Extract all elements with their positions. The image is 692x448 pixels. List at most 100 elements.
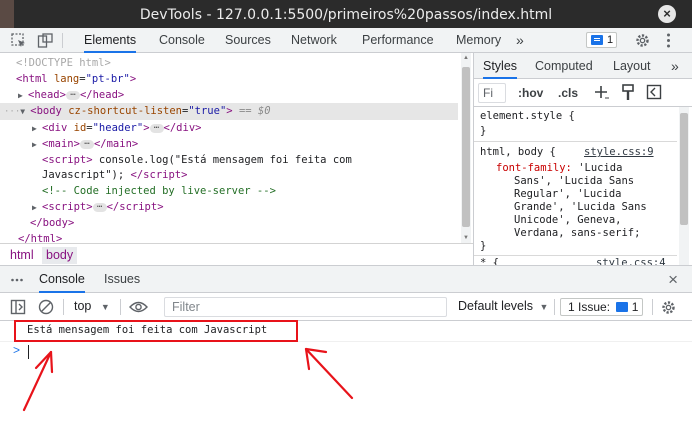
- dom-body-node[interactable]: ···▼ <body cz-shortcut-listen="true"> == …: [4, 103, 271, 119]
- head-close-tag: head: [92, 89, 118, 101]
- levels-dropdown-icon: ▼: [539, 302, 549, 312]
- breadcrumb-body[interactable]: body: [42, 247, 78, 264]
- collapsed-ellipsis-icon[interactable]: …: [79, 137, 94, 149]
- issue-flag-icon: [591, 35, 603, 45]
- elements-scrollbar[interactable]: ▲ ▼: [461, 53, 471, 243]
- dom-div-node[interactable]: ▶ <div id="header">… </div>: [32, 120, 201, 136]
- script2-tag: script: [48, 201, 87, 213]
- tab-performance[interactable]: Performance: [362, 28, 434, 53]
- dom-body-close[interactable]: </body>: [30, 215, 74, 231]
- console-settings-gear-icon[interactable]: [660, 299, 677, 316]
- html-tag: html: [22, 73, 48, 85]
- dom-script-node[interactable]: <script> console.log("Está mensagem foi …: [42, 152, 352, 168]
- expand-arrow-icon[interactable]: ▶: [32, 121, 42, 137]
- body-close-tag: body: [42, 217, 68, 229]
- issues-count-number: 1: [631, 300, 639, 314]
- font-family-val-4: Grande', 'Lucida Sans: [514, 201, 647, 213]
- settings-gear-icon[interactable]: [634, 32, 651, 49]
- styles-pane: Styles Computed Layout » Fi :hov .cls el…: [473, 53, 692, 265]
- styles-scrollbar[interactable]: [679, 107, 689, 265]
- new-style-rule-icon[interactable]: [594, 85, 610, 101]
- device-toolbar-icon[interactable]: [37, 32, 54, 49]
- dom-script-node-cont[interactable]: Javascript"); </script>: [42, 167, 187, 183]
- console-prompt-chevron: >: [13, 343, 21, 357]
- cls-toggle[interactable]: .cls: [558, 86, 578, 100]
- styles-filter-input[interactable]: Fi: [478, 83, 506, 103]
- rule-selector[interactable]: html, body {: [480, 146, 556, 159]
- breadcrumb-html[interactable]: html: [6, 247, 38, 264]
- collapsed-ellipsis-icon[interactable]: …: [149, 121, 164, 133]
- close-drawer-icon[interactable]: ×: [668, 270, 678, 290]
- log-levels-dropdown[interactable]: Default levels ▼: [458, 299, 548, 313]
- script2-close-tag: script: [119, 201, 158, 213]
- more-styles-tabs-button[interactable]: »: [671, 53, 679, 79]
- drawer-tab-issues[interactable]: Issues: [104, 266, 140, 293]
- console-filter-input[interactable]: Filter: [164, 297, 447, 317]
- expand-arrow-icon[interactable]: ▶: [32, 137, 42, 153]
- toolbar-divider: [63, 299, 64, 315]
- collapsed-ellipsis-icon[interactable]: …: [92, 200, 107, 212]
- element-style-close: }: [480, 125, 487, 137]
- tab-styles[interactable]: Styles: [483, 53, 518, 79]
- div-attr: id: [73, 122, 87, 134]
- element-style-selector[interactable]: element.style {: [480, 110, 575, 123]
- font-family-val-2: Sans', 'Lucida Sans: [514, 175, 635, 187]
- dom-head-node[interactable]: ▶ <head>… </head>: [18, 87, 124, 103]
- collapsed-ellipsis-icon[interactable]: …: [65, 88, 80, 100]
- elements-dom-tree: <!DOCTYPE html> <html lang="pt-br"> ▶ <he…: [0, 53, 473, 245]
- drawer-menu-icon[interactable]: [11, 275, 23, 285]
- expand-arrow-icon[interactable]: ▶: [18, 88, 28, 104]
- breadcrumb: html body: [0, 243, 473, 265]
- tab-computed[interactable]: Computed: [535, 53, 593, 79]
- dom-html-node[interactable]: <html lang="pt-br">: [16, 71, 136, 87]
- div-tag: div: [48, 122, 68, 134]
- div-attr-val: "header": [92, 122, 144, 134]
- console-input-caret[interactable]: [28, 345, 29, 359]
- tab-sources[interactable]: Sources: [225, 28, 271, 53]
- paint-brush-icon[interactable]: [620, 84, 636, 101]
- more-options-icon[interactable]: [660, 32, 677, 49]
- head-tag: head: [34, 89, 60, 101]
- context-selector-value: top: [74, 299, 92, 313]
- console-sidebar-icon[interactable]: [10, 299, 26, 315]
- inspect-element-icon[interactable]: [10, 32, 27, 49]
- main-close-tag: main: [106, 138, 132, 150]
- clear-console-icon[interactable]: [38, 299, 54, 315]
- log-levels-label: Default levels: [458, 299, 534, 313]
- toolbar-divider: [652, 299, 653, 315]
- tab-memory[interactable]: Memory: [456, 28, 501, 53]
- next-rule-source[interactable]: style.css:4: [596, 257, 666, 265]
- tab-elements[interactable]: Elements: [84, 28, 137, 53]
- tab-console[interactable]: Console: [159, 28, 205, 53]
- issues-count-button[interactable]: 1 Issue: 1: [560, 298, 644, 316]
- dom-script-node-2[interactable]: ▶ <script>… </script>: [32, 199, 164, 215]
- more-tabs-button[interactable]: »: [516, 28, 524, 53]
- toolbar-divider: [62, 33, 63, 48]
- body-attr: cz-shortcut-listen: [68, 105, 183, 117]
- dom-main-node[interactable]: ▶ <main>… </main>: [32, 136, 138, 152]
- styles-filter-bar: Fi :hov .cls: [474, 79, 692, 107]
- tab-layout[interactable]: Layout: [613, 53, 651, 79]
- issues-badge[interactable]: 1: [586, 32, 618, 48]
- context-selector[interactable]: top ▼: [74, 299, 110, 313]
- next-rule-selector[interactable]: * {: [480, 257, 499, 265]
- tab-network[interactable]: Network: [291, 28, 337, 53]
- drawer-tab-console[interactable]: Console: [39, 266, 85, 293]
- rule-source-link[interactable]: style.css:9: [584, 146, 654, 159]
- collapse-arrow-icon[interactable]: ▼: [20, 104, 30, 120]
- styles-scroll-thumb[interactable]: [680, 113, 688, 225]
- expand-arrow-icon[interactable]: ▶: [32, 200, 42, 216]
- rule-divider: [474, 141, 677, 142]
- close-window-button[interactable]: ×: [658, 5, 676, 23]
- toggle-sidebar-icon[interactable]: [646, 84, 662, 101]
- elements-scroll-thumb[interactable]: [462, 67, 470, 227]
- script-text-line-2: Javascript");: [42, 169, 125, 181]
- font-family-line-1[interactable]: font-family: 'Lucida: [496, 162, 622, 175]
- window-title-bar: DevTools - 127.0.0.1:5500/primeiros%20pa…: [0, 0, 692, 28]
- dom-comment-node[interactable]: <!-- Code injected by live-server -->: [42, 183, 276, 199]
- issue-flag-icon: [616, 302, 629, 312]
- live-expression-eye-icon[interactable]: [129, 300, 148, 314]
- hov-toggle[interactable]: :hov: [518, 86, 543, 100]
- issues-badge-count: 1: [607, 34, 614, 46]
- dom-doctype[interactable]: <!DOCTYPE html>: [16, 55, 111, 71]
